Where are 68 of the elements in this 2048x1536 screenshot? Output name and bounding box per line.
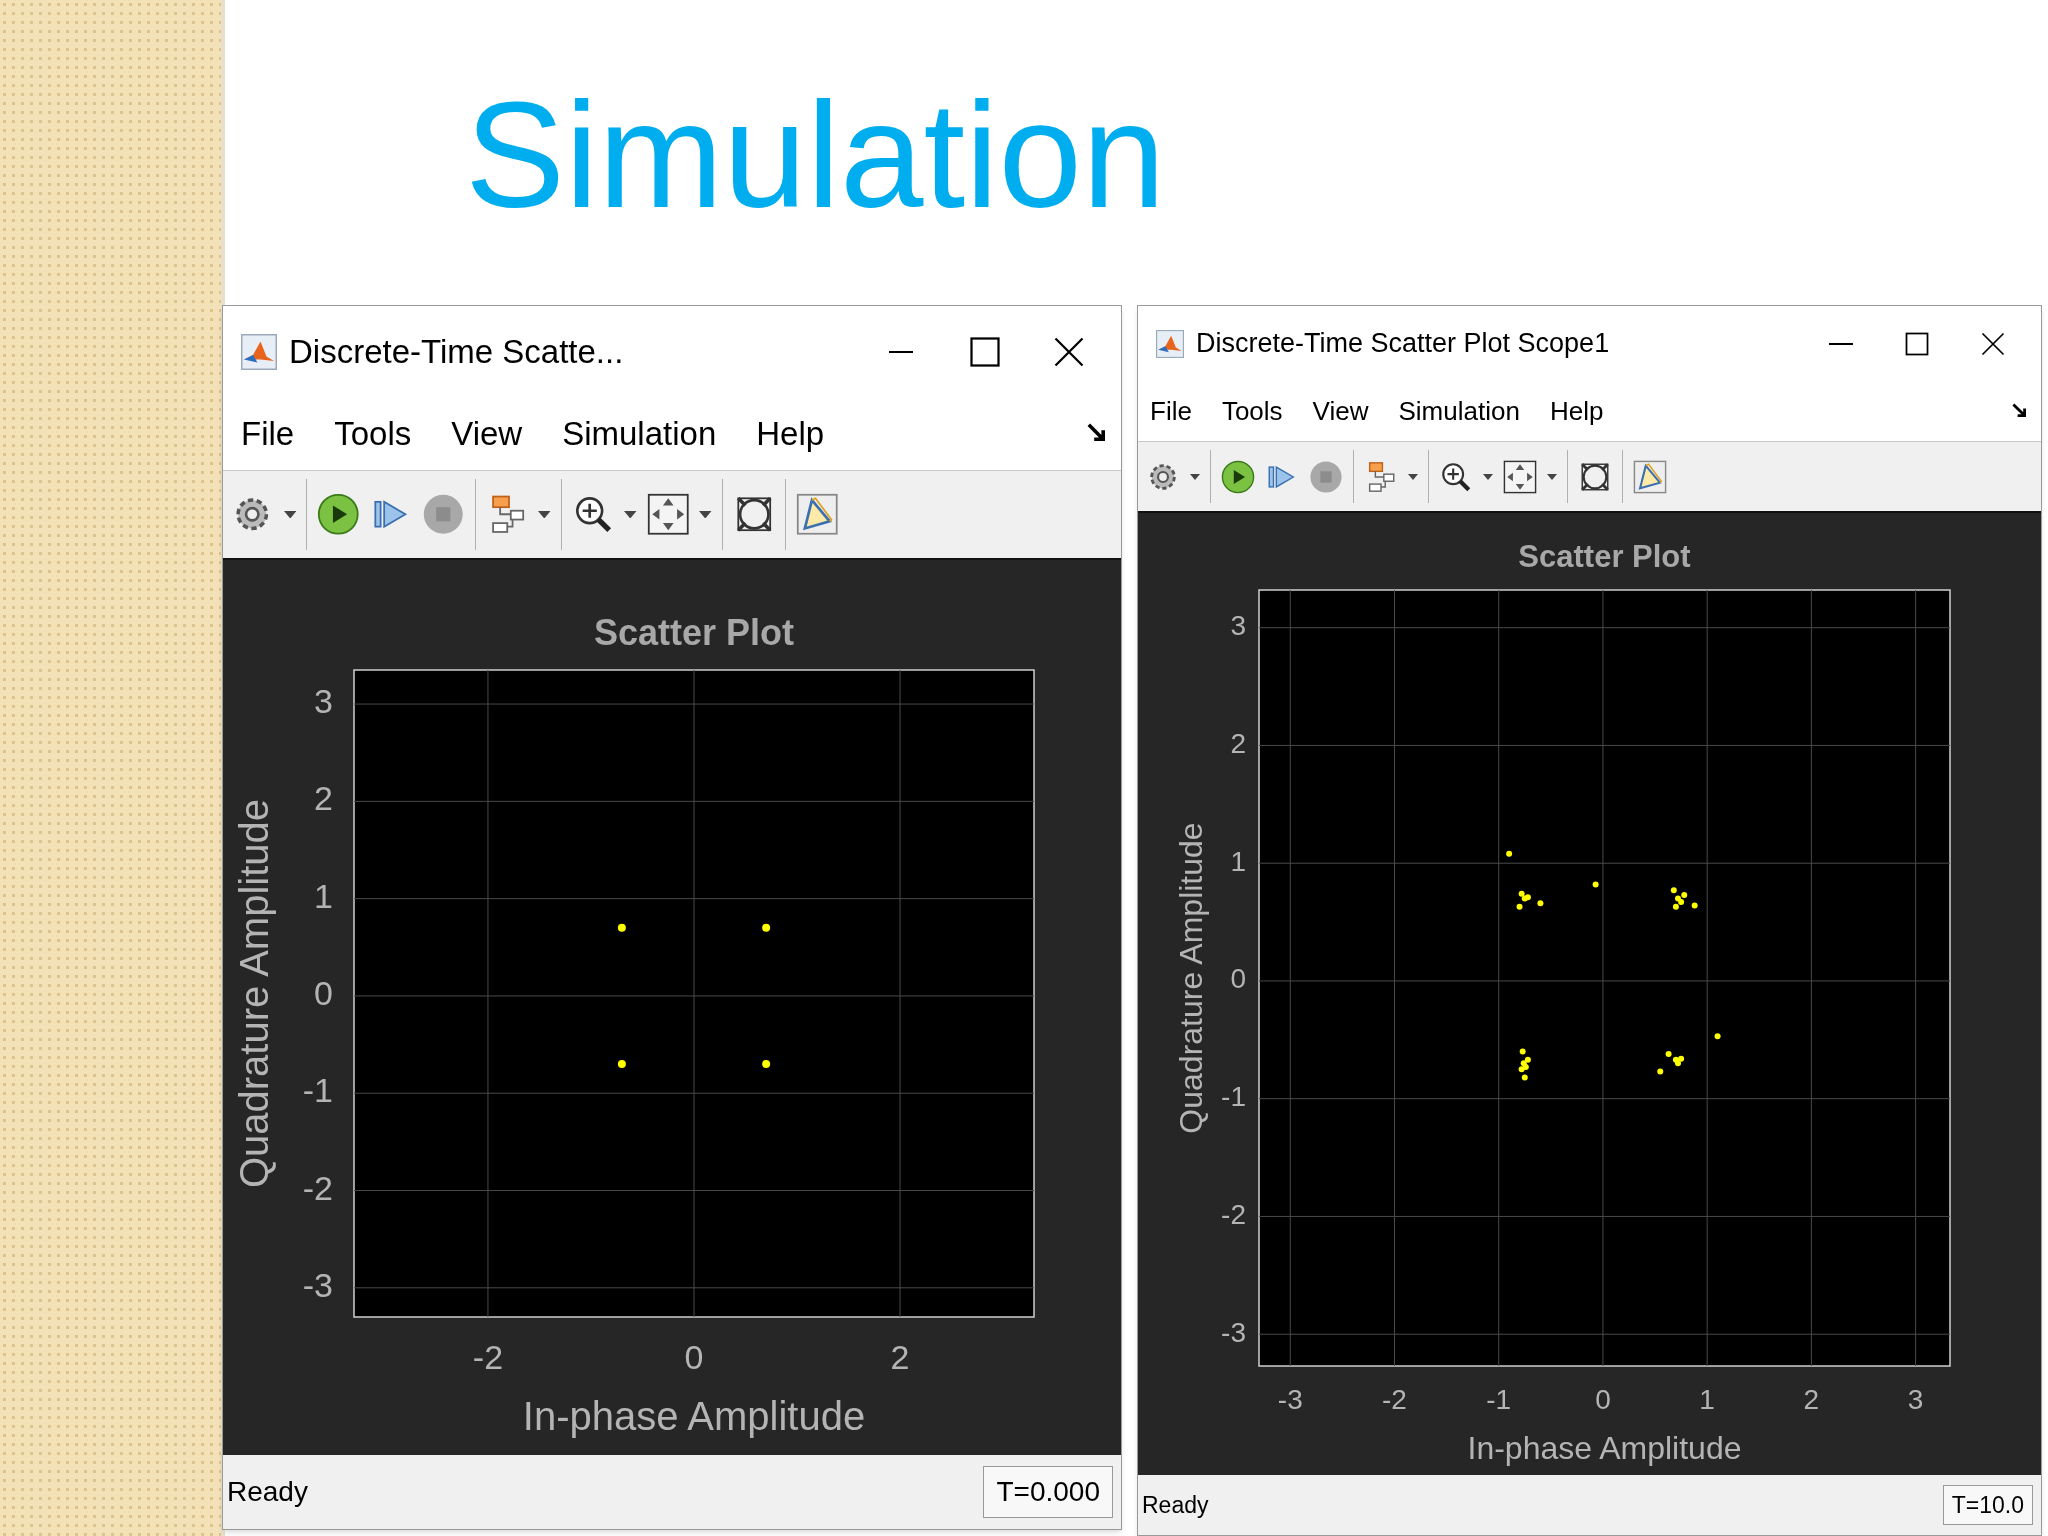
menu-item[interactable]: Help xyxy=(1549,391,1604,431)
caret-icon[interactable] xyxy=(624,510,637,519)
play-icon[interactable] xyxy=(1221,459,1255,494)
maximize-icon xyxy=(967,334,1003,370)
caret-icon[interactable] xyxy=(1408,473,1418,480)
minimize-icon xyxy=(1827,342,1855,345)
caret-icon[interactable] xyxy=(699,510,712,519)
x-axis-label: In-phase Amplitude xyxy=(522,1393,866,1438)
x-tick-label: 0 xyxy=(684,1338,704,1376)
fit-icon[interactable] xyxy=(646,493,689,536)
caret-icon[interactable] xyxy=(538,510,551,519)
y-tick-label: 3 xyxy=(314,682,333,721)
fit-icon[interactable] xyxy=(1503,459,1537,494)
time-field: T=10.0 xyxy=(1942,1484,2033,1526)
x-tick-label: -2 xyxy=(472,1338,504,1376)
y-tick-label: -1 xyxy=(1221,1081,1246,1113)
y-tick-label: -2 xyxy=(302,1168,333,1207)
x-tick-label: 1 xyxy=(1699,1384,1715,1416)
y-tick-label: 1 xyxy=(1230,845,1246,877)
y-tick-label: 3 xyxy=(1230,610,1246,642)
status-text: Ready xyxy=(227,1475,308,1509)
caret-icon[interactable] xyxy=(1190,473,1200,480)
x-axis-label: In-phase Amplitude xyxy=(1467,1430,1742,1467)
menu-item[interactable]: File xyxy=(1150,391,1192,431)
y-tick-label: 0 xyxy=(314,973,333,1012)
menu-item[interactable]: Help xyxy=(756,409,825,459)
window-title: Discrete-Time Scatte... xyxy=(289,332,624,373)
slide-title: Simulation xyxy=(465,70,1167,240)
menu-item[interactable]: File xyxy=(241,409,295,459)
style-icon[interactable] xyxy=(1633,459,1667,494)
x-tick-label: -3 xyxy=(1277,1384,1303,1416)
menu-item[interactable]: Tools xyxy=(1221,391,1283,431)
x-tick-label: 2 xyxy=(890,1338,910,1376)
peak-icon xyxy=(1156,329,1184,358)
x-tick-label: 2 xyxy=(1803,1384,1820,1416)
y-axis-label: Quadrature Amplitude xyxy=(1173,822,1210,1134)
chart-title: Scatter Plot xyxy=(1518,539,1691,575)
y-tick-label: 2 xyxy=(314,779,333,818)
stop-icon[interactable] xyxy=(1309,459,1343,494)
y-tick-label: 2 xyxy=(1230,727,1246,759)
x-tick-label: -2 xyxy=(1382,1384,1407,1416)
menu-item[interactable]: View xyxy=(451,409,523,459)
menu-item[interactable]: Tools xyxy=(334,409,412,459)
x-tick-label: 3 xyxy=(1907,1384,1924,1416)
x-tick-label: 0 xyxy=(1595,1384,1611,1416)
menu-item[interactable]: View xyxy=(1312,391,1369,431)
y-axis-label: Quadrature Amplitude xyxy=(231,798,276,1189)
x-tick-label: -1 xyxy=(1486,1384,1512,1416)
y-tick-label: -3 xyxy=(1221,1316,1246,1348)
stop-icon[interactable] xyxy=(422,493,465,536)
chart-title: Scatter Plot xyxy=(593,611,795,653)
menu-item[interactable]: Simulation xyxy=(1398,391,1520,431)
y-tick-label: -2 xyxy=(1221,1198,1246,1230)
peak-icon xyxy=(241,334,277,370)
arrow-icon[interactable] xyxy=(2012,402,2029,420)
play-icon[interactable] xyxy=(317,493,360,536)
caret-icon[interactable] xyxy=(1483,473,1493,480)
caret-icon[interactable] xyxy=(283,510,296,519)
y-tick-label: -3 xyxy=(302,1265,333,1304)
style-icon[interactable] xyxy=(796,493,839,536)
caret-icon[interactable] xyxy=(1547,473,1557,480)
y-tick-label: 0 xyxy=(1230,963,1246,995)
y-tick-label: -1 xyxy=(302,1071,333,1110)
window-title: Discrete-Time Scatter Plot Scope1 xyxy=(1196,327,1610,361)
menu-item[interactable]: Simulation xyxy=(562,409,717,459)
status-text: Ready xyxy=(1142,1490,1209,1520)
y-tick-label: 1 xyxy=(314,876,333,915)
time-field: T=0.000 xyxy=(983,1466,1113,1518)
